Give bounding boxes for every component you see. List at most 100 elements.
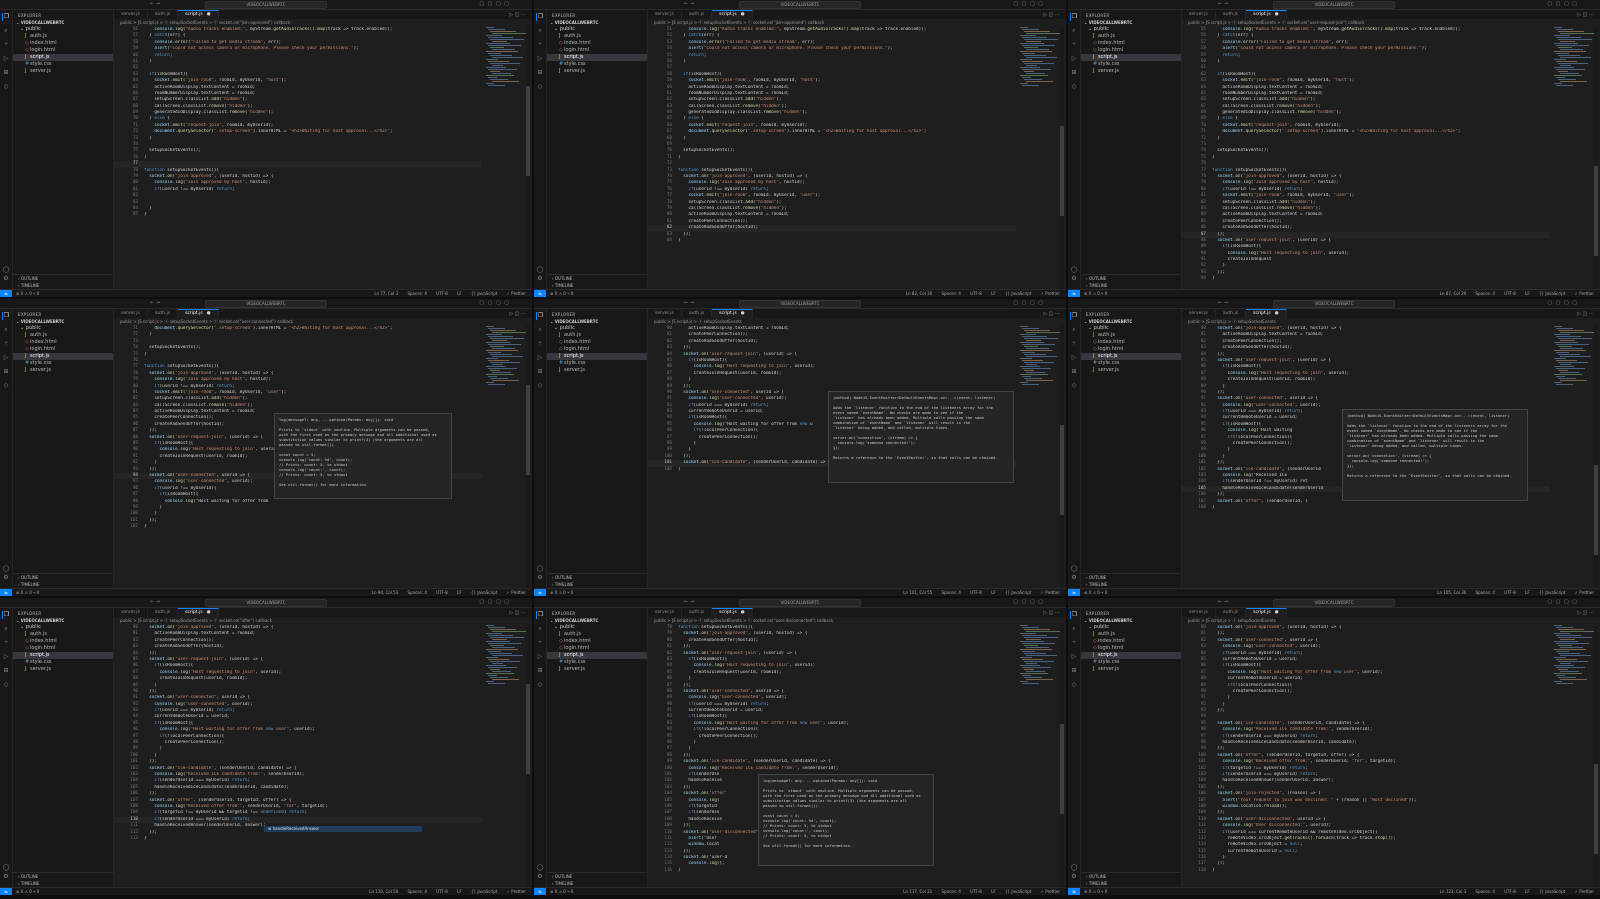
workspace-root[interactable]: ⌄ VIDEOCALLWEBRTC [547,19,647,26]
scrollbar-thumb[interactable] [1594,166,1598,256]
outline-section[interactable]: › OUTLINE [1081,275,1181,282]
vertical-scrollbar[interactable] [1060,26,1064,289]
search-icon[interactable]: ⌕ [2,625,10,633]
account-icon[interactable]: ◯ ⚙ [534,564,546,582]
line-ending[interactable]: LF [1525,590,1530,595]
file-item[interactable]: #style.css [13,61,113,68]
encoding[interactable]: UTF-8 [436,291,448,296]
explorer-icon[interactable]: ❐ [535,312,545,320]
file-item[interactable]: Jserver.js [1081,367,1181,374]
file-item[interactable]: Jserver.js [13,666,113,673]
code-editor[interactable]: 80 socket.on("join-approved", (userId, h… [1182,325,1600,588]
explorer-icon[interactable]: ❐ [535,13,545,21]
language-mode[interactable]: {} JavaScript [1005,590,1031,595]
indent-setting[interactable]: Spaces: 4 [407,291,426,296]
nav-arrows[interactable]: ← → [1218,300,1228,307]
vertical-scrollbar[interactable] [1594,26,1598,289]
folder-public[interactable]: ⌄ public [1081,624,1181,631]
remote-indicator-icon[interactable]: ⇆ [1068,290,1080,297]
unsaved-dot-icon[interactable]: ● [1275,610,1279,615]
indent-setting[interactable]: Spaces: 4 [941,590,960,595]
gear-icon[interactable]: ⚙ [1071,275,1076,282]
code-line[interactable]: 102} [114,524,482,530]
code-editor[interactable]: 80 activeRoomDisplay.textContent = roomI… [648,325,1066,588]
gear-icon[interactable]: ⚙ [3,275,8,282]
extensions-icon[interactable]: ⊞ [1070,368,1078,376]
language-mode[interactable]: {} JavaScript [471,590,497,595]
breadcrumb[interactable]: public > JS script.js > ⓕ setupSocketEve… [1182,318,1600,325]
minimap[interactable] [486,27,527,91]
file-item[interactable]: Jserver.js [547,367,647,374]
outline-section[interactable]: › OUTLINE [13,873,113,880]
workspace-root[interactable]: ⌄ VIDEOCALLWEBRTC [547,617,647,624]
file-item[interactable]: ◇index.html [1081,40,1181,47]
outline-section[interactable]: › OUTLINE [547,873,647,880]
outline-section[interactable]: › OUTLINE [1081,873,1181,880]
tab-server-js[interactable]: server.js [1182,11,1216,19]
layout-controls[interactable]: ▢ ▢ ▢ ▢ [479,599,510,606]
workspace-root[interactable]: ⌄ VIDEOCALLWEBRTC [13,19,113,26]
indent-setting[interactable]: Spaces: 4 [1475,291,1494,296]
file-item[interactable]: ◇index.html [547,339,647,346]
file-item[interactable]: ◇login.html [547,47,647,54]
line-ending[interactable]: LF [991,889,996,894]
vertical-scrollbar[interactable] [526,624,530,887]
account-icon[interactable]: ◯ ⚙ [1068,265,1080,283]
scrollbar-thumb[interactable] [1594,465,1598,555]
remote-icon[interactable]: ◇ [2,382,10,390]
command-center-search[interactable]: VIDEOCALLWEBRTC [205,0,327,9]
code-line[interactable]: 85} [114,212,482,218]
cursor-position[interactable]: Ln 87, Col 29 [1440,291,1466,296]
cursor-position[interactable]: Ln 123, Col 3 [1440,889,1466,894]
outline-section[interactable]: › OUTLINE [13,574,113,581]
code-editor[interactable]: 71 document.querySelector(".setup-screen… [114,325,532,588]
prettier-status[interactable]: ✓ Prettier [507,291,526,296]
breadcrumb[interactable]: public > JS script.js > ⓕ setupSocketEve… [114,318,532,325]
prettier-status[interactable]: ✓ Prettier [1041,590,1060,595]
tab-auth-js[interactable]: auth.js [682,609,713,617]
timeline-section[interactable]: › TIMELINE [1081,581,1181,588]
problems-indicator[interactable]: ⊗ 0 ⚠ 0 ⑂ 0 [1080,589,1107,596]
search-icon[interactable]: ⌕ [1070,326,1078,334]
prettier-status[interactable]: ✓ Prettier [1041,291,1060,296]
tab-server-js[interactable]: server.js [648,609,682,617]
remote-indicator-icon[interactable]: ⇆ [1068,589,1080,596]
explorer-icon[interactable]: ❐ [1,611,11,619]
layout-controls[interactable]: ▢ ▢ ▢ ▢ [479,300,510,307]
nav-arrows[interactable]: ← → [1218,599,1228,606]
tab-script-js[interactable]: script.js ● [178,309,219,318]
encoding[interactable]: UTF-8 [970,590,982,595]
code-line[interactable]: 84} [648,238,1016,244]
folder-public[interactable]: ⌄ public [547,624,647,631]
file-item[interactable]: #style.css [13,360,113,367]
tab-script-js[interactable]: script.js ● [178,608,219,617]
unsaved-dot-icon[interactable]: ● [207,610,211,615]
file-item[interactable]: ◇login.html [1081,346,1181,353]
breadcrumb[interactable]: public > JS script.js > ⓕ setupSocketEve… [1182,19,1600,26]
encoding[interactable]: UTF-8 [1504,590,1516,595]
minimap[interactable] [1554,326,1595,390]
run-debug-icon[interactable]: ▷ [2,55,10,63]
file-item[interactable]: Jscript.js [1081,54,1181,61]
breadcrumb[interactable]: public > JS script.js > ⓕ setupSocketEve… [1182,617,1600,624]
gear-icon[interactable]: ⚙ [537,275,542,282]
search-icon[interactable]: ⌕ [536,326,544,334]
folder-public[interactable]: ⌄ public [547,26,647,33]
extensions-icon[interactable]: ⊞ [536,69,544,77]
tab-auth-js[interactable]: auth.js [682,11,713,19]
file-item[interactable]: ◇index.html [1081,339,1181,346]
layout-controls[interactable]: ▢ ▢ ▢ ▢ [1013,300,1044,307]
file-item[interactable]: #style.css [1081,61,1181,68]
tab-auth-js[interactable]: auth.js [1216,11,1247,19]
nav-arrows[interactable]: ← → [684,1,694,8]
workspace-root[interactable]: ⌄ VIDEOCALLWEBRTC [547,318,647,325]
tab-script-js[interactable]: script.js ● [1246,10,1287,19]
run-debug-icon[interactable]: ▷ [536,354,544,362]
prettier-status[interactable]: ✓ Prettier [1575,291,1594,296]
code-line[interactable]: 108} [1182,505,1550,511]
file-item[interactable]: Jauth.js [1081,332,1181,339]
search-icon[interactable]: ⌕ [536,27,544,35]
folder-public[interactable]: ⌄ public [13,26,113,33]
encoding[interactable]: UTF-8 [1504,889,1516,894]
cursor-position[interactable]: Ln 101, Col 55 [903,590,932,595]
